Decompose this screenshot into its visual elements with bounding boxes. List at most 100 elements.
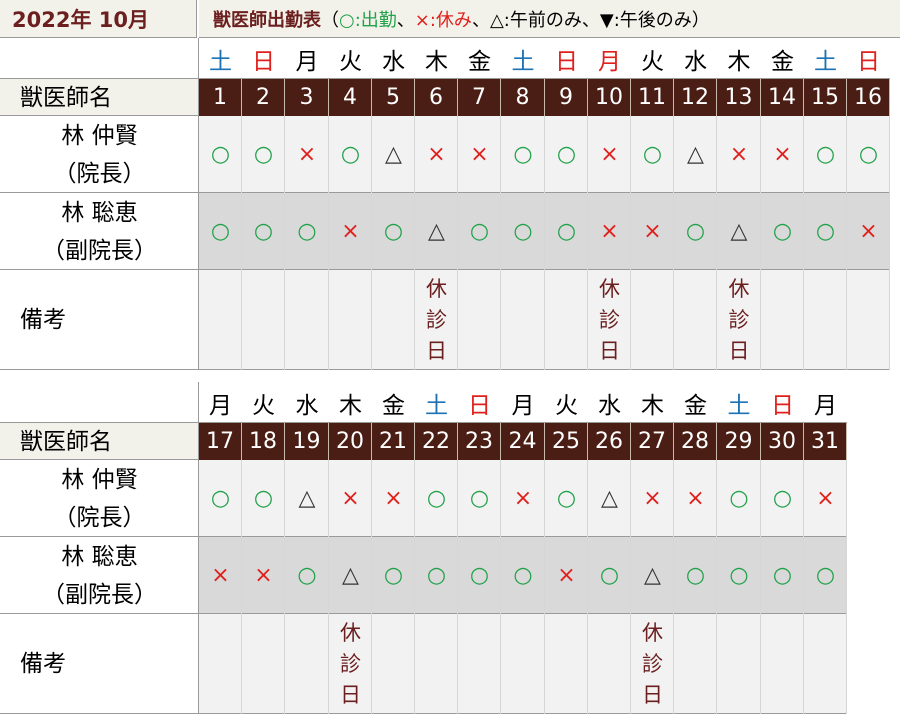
attendance-mark: ○ — [642, 141, 663, 167]
attendance-mark: ○ — [469, 218, 490, 244]
attendance-mark: ○ — [469, 562, 490, 588]
doctor-role: （副院長） — [42, 581, 157, 608]
remark-cell — [717, 614, 761, 714]
remark-cell — [285, 614, 329, 714]
weekday-cell: 火 — [339, 48, 362, 75]
doctor-name: 林 仲賢 — [61, 122, 138, 149]
day-number-cell: 2 — [242, 79, 285, 116]
weekday-cell: 日 — [252, 48, 275, 75]
doctor-name: 林 聡恵 — [61, 199, 138, 226]
attendance-mark: ○ — [685, 218, 706, 244]
weekday-cell: 木 — [339, 392, 362, 419]
day-number-cell: 3 — [285, 79, 329, 116]
weekday-cell: 金 — [771, 48, 794, 75]
attendance-mark: ○ — [383, 562, 404, 588]
name-header-label: 獣医師名 — [20, 428, 112, 455]
attendance-mark: △ — [342, 562, 359, 588]
attendance-mark: × — [341, 485, 360, 511]
attendance-mark: △ — [730, 218, 748, 244]
day-number-cell: 30 — [761, 423, 804, 460]
remark-cell — [631, 270, 674, 370]
day-number-cell: 9 — [545, 79, 588, 116]
remark-cell — [804, 614, 847, 714]
day-number-cell: 1 — [199, 79, 242, 116]
attendance-mark: × — [729, 141, 749, 167]
weekday-cell: 土 — [425, 392, 448, 419]
attendance-mark: × — [297, 141, 317, 167]
attendance-mark: ○ — [815, 562, 836, 588]
weekday-cell: 土 — [209, 48, 232, 75]
day-number-cell: 25 — [545, 423, 588, 460]
month-title: 2022年 10月 — [0, 0, 197, 38]
remark-cell — [199, 614, 242, 714]
weekday-cell: 月 — [598, 48, 621, 75]
attendance-mark: △ — [428, 218, 445, 244]
attendance-mark: × — [643, 218, 662, 244]
attendance-mark: ○ — [210, 485, 231, 511]
legend-afternoon-only: ▼:午後のみ — [599, 9, 692, 31]
weekday-cell: 金 — [684, 392, 707, 419]
attendance-mark: ○ — [210, 141, 231, 167]
attendance-mark: ○ — [772, 218, 793, 244]
legend-separator: 、 — [396, 9, 415, 31]
attendance-mark: ○ — [426, 562, 447, 588]
weekday-cell: 水 — [295, 392, 319, 419]
legend-separator: 、 — [581, 9, 600, 31]
attendance-mark: ○ — [383, 218, 404, 244]
weekday-cell: 木 — [727, 48, 751, 75]
doctor-label: 林 仲賢 （院長） — [0, 116, 199, 193]
day-number-cell: 29 — [717, 423, 761, 460]
attendance-mark: ○ — [556, 218, 577, 244]
attendance-mark: × — [470, 141, 489, 167]
day-number-cell: 21 — [372, 423, 415, 460]
attendance-mark: × — [341, 218, 360, 244]
schedule-legend: 獣医師出勤表 （ ○:出勤 、 ×:休み 、 △:午前のみ 、 ▼:午後のみ ） — [199, 0, 900, 38]
day-number-cell: 11 — [631, 79, 674, 116]
day-number-cell: 26 — [588, 423, 631, 460]
schedule-table-second-half: 獣医師名林 仲賢 （院長）林 聡恵 （副院長） 備考月 17 ○ × 火 18 ○ × 水 19 △ ○ 木 2… — [0, 382, 900, 714]
remark-cell — [761, 270, 804, 370]
remark-cell — [458, 614, 501, 714]
doctor-role: （院長） — [53, 160, 146, 187]
day-number-cell: 22 — [415, 423, 458, 460]
legend-title: 獣医師出勤表 — [213, 9, 321, 31]
attendance-mark: ○ — [772, 485, 793, 511]
name-header-label: 獣医師名 — [20, 84, 112, 111]
attendance-mark: ○ — [815, 218, 836, 244]
attendance-mark: △ — [385, 141, 402, 167]
day-number-cell: 20 — [329, 423, 372, 460]
remark-cell: 休 診 日 — [599, 277, 620, 363]
attendance-mark: × — [773, 141, 792, 167]
day-number-cell: 24 — [501, 423, 545, 460]
attendance-mark: ○ — [253, 485, 274, 511]
day-number-cell: 18 — [242, 423, 285, 460]
weekday-cell: 土 — [814, 48, 837, 75]
weekday-cell: 土 — [727, 392, 751, 419]
column-divider — [846, 460, 847, 714]
weekday-cell: 土 — [511, 48, 535, 75]
weekday-cell: 月 — [209, 392, 232, 419]
remark-cell: 休 診 日 — [642, 621, 663, 707]
day-number-cell: 15 — [804, 79, 847, 116]
remark-cell — [674, 270, 717, 370]
attendance-mark: × — [384, 485, 403, 511]
remark-cell — [329, 270, 372, 370]
attendance-mark: ○ — [599, 562, 620, 588]
day-number-cell: 28 — [674, 423, 717, 460]
doctor-label: 林 仲賢 （院長） — [0, 460, 199, 537]
remark-cell — [501, 614, 545, 714]
attendance-mark: × — [600, 218, 619, 244]
attendance-mark: ○ — [729, 485, 749, 511]
month-title-text: 2022年 10月 — [12, 7, 149, 32]
remark-cell — [761, 614, 804, 714]
attendance-mark: × — [211, 562, 230, 588]
attendance-mark: △ — [601, 485, 618, 511]
attendance-mark: △ — [298, 485, 316, 511]
attendance-mark: ○ — [815, 141, 836, 167]
attendance-mark: × — [859, 218, 878, 244]
day-number-cell: 23 — [458, 423, 501, 460]
remark-cell — [372, 614, 415, 714]
attendance-mark: × — [686, 485, 705, 511]
attendance-mark: × — [513, 485, 533, 511]
day-number-cell: 8 — [501, 79, 545, 116]
